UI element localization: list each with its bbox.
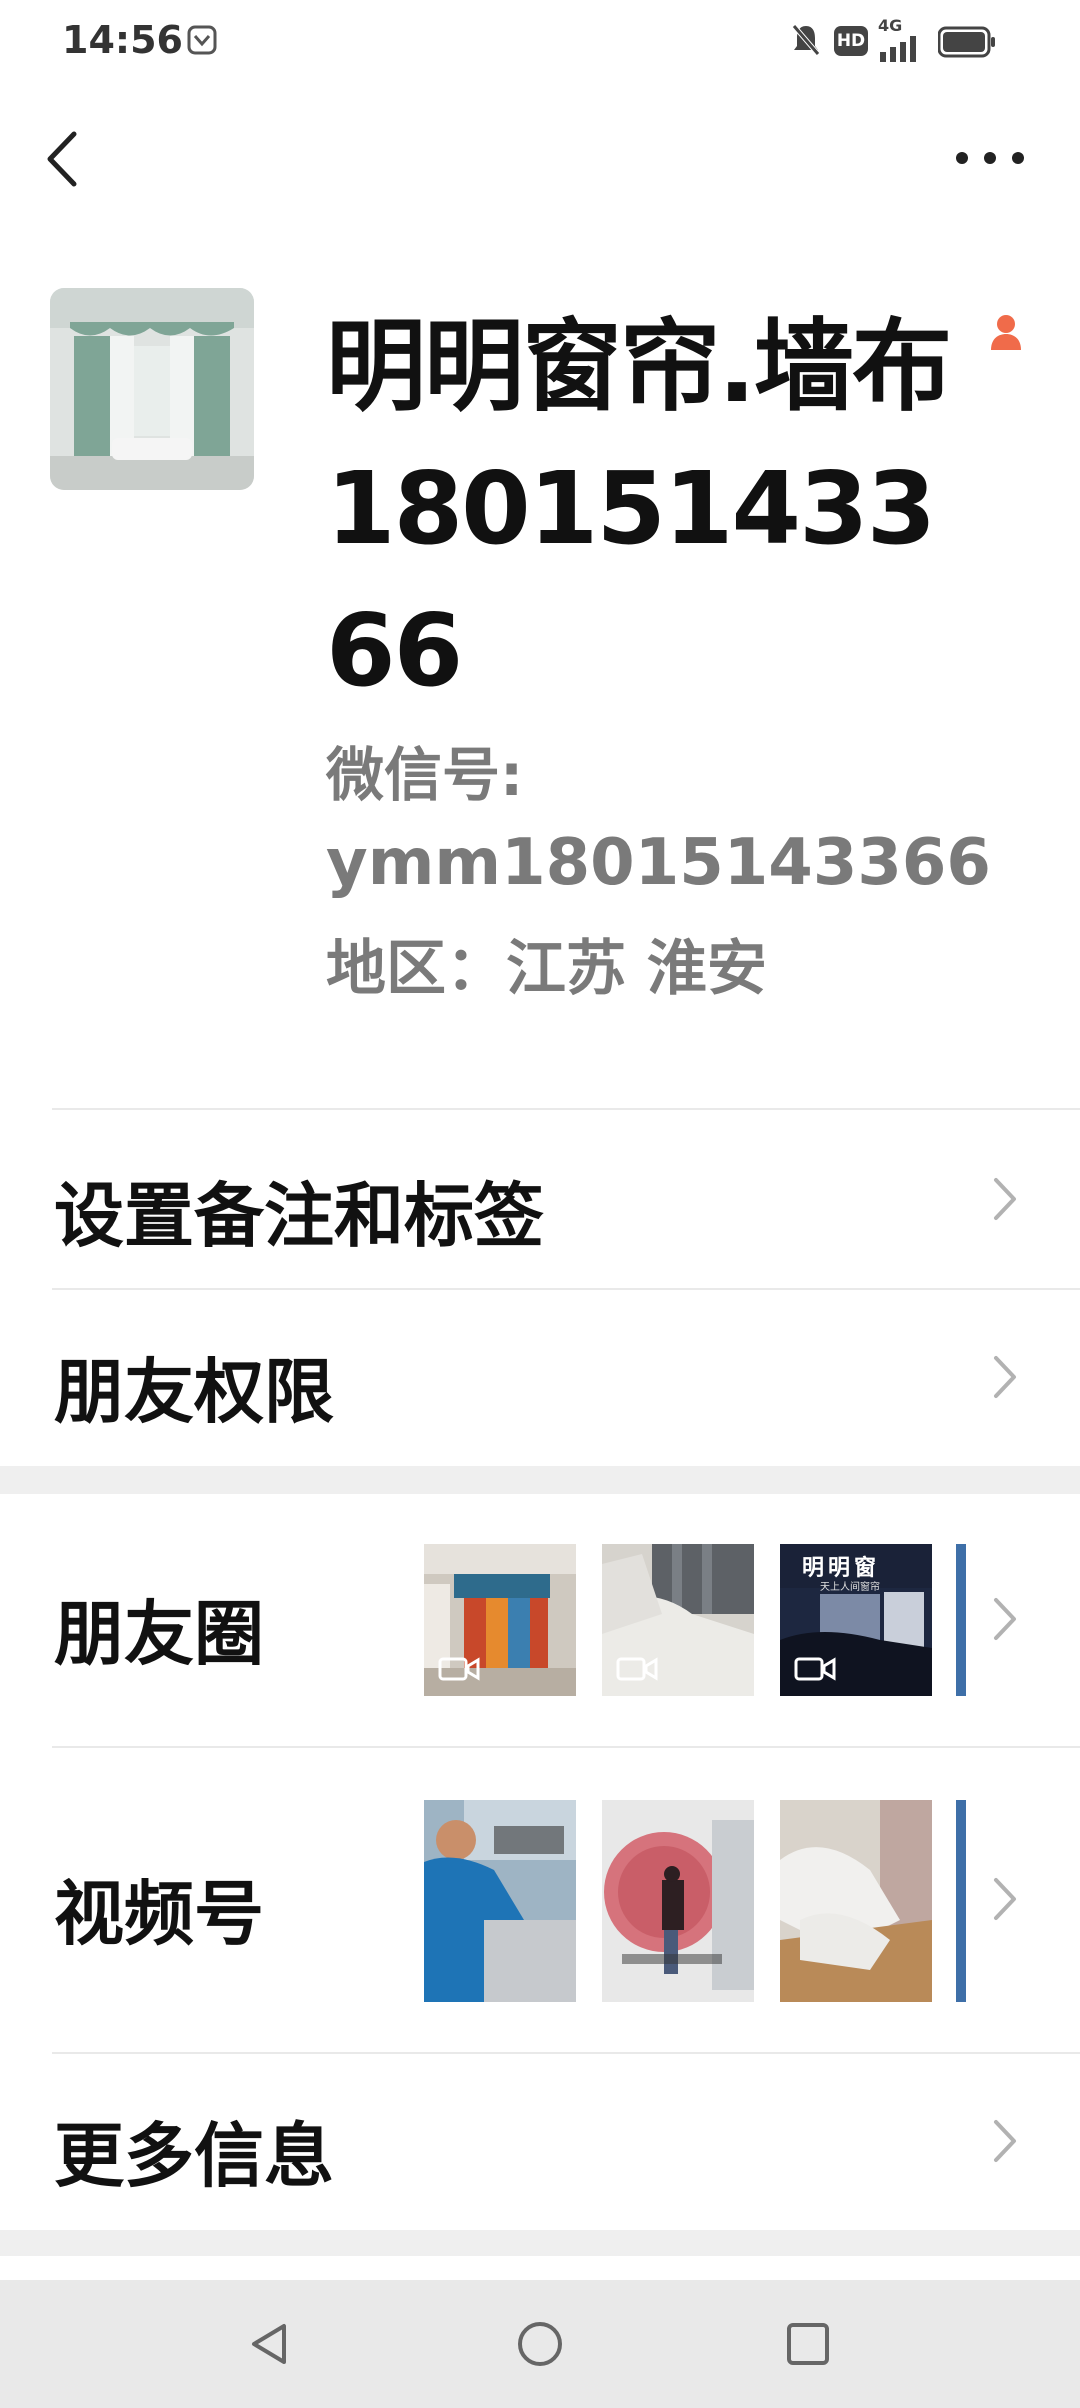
moments-row[interactable]: 朋友圈 明明窗 天上人间窗帘	[0, 1494, 1080, 1746]
video-camera-icon	[794, 1657, 836, 1681]
remark-tags-row[interactable]: 设置备注和标签	[0, 1110, 1080, 1288]
remark-tags-label: 设置备注和标签	[54, 1175, 544, 1257]
section-gap	[0, 2230, 1080, 2256]
profile-nickname: 明明窗帘.墙布18015143366	[326, 308, 952, 709]
moments-thumb-3: 明明窗 天上人间窗帘	[780, 1544, 932, 1696]
moments-label: 朋友圈	[54, 1593, 264, 1675]
channels-label: 视频号	[54, 1873, 264, 1955]
back-button[interactable]	[38, 124, 90, 194]
chevron-right-icon	[994, 2120, 1016, 2162]
system-navigation-bar	[0, 2280, 1080, 2408]
shop-sign-subtext: 天上人间窗帘	[820, 1582, 880, 1593]
more-options-button[interactable]	[950, 138, 1030, 178]
nav-home-circle-icon[interactable]	[510, 2314, 570, 2374]
nav-back-triangle-icon[interactable]	[240, 2314, 300, 2374]
channels-thumb-2	[602, 1800, 754, 2002]
chevron-right-icon	[994, 1356, 1016, 1398]
channels-row[interactable]: 视频号	[0, 1748, 1080, 2052]
moments-thumb-1	[424, 1544, 576, 1696]
notification-app-icon	[187, 25, 217, 55]
status-bar: 14:56 HD 4G	[0, 0, 1080, 84]
curtain-avatar-image	[50, 288, 254, 490]
more-info-label: 更多信息	[54, 2115, 334, 2197]
region-info: 地区：江苏 淮安	[326, 934, 767, 1004]
wechat-id-label: 微信号:	[326, 741, 524, 809]
channels-thumb-1	[424, 1800, 576, 2002]
status-time: 14:56	[62, 18, 183, 62]
profile-avatar[interactable]	[50, 288, 254, 490]
video-camera-icon	[438, 1657, 480, 1681]
section-gap	[0, 1466, 1080, 1494]
chevron-right-icon	[994, 1598, 1016, 1640]
moments-thumb-partial	[956, 1544, 966, 1696]
more-info-row[interactable]: 更多信息	[0, 2054, 1080, 2230]
video-camera-icon	[616, 1657, 658, 1681]
chevron-right-icon	[994, 1178, 1016, 1220]
chevron-right-icon	[994, 1878, 1016, 1920]
hd-icon: HD	[834, 26, 868, 56]
channels-thumb-partial	[956, 1800, 966, 2002]
bell-muted-icon	[792, 24, 820, 56]
channels-thumb-3	[780, 1800, 932, 2002]
signal-icon	[880, 36, 916, 62]
moments-thumb-2	[602, 1544, 754, 1696]
friend-permissions-row[interactable]: 朋友权限	[0, 1290, 1080, 1466]
battery-icon	[938, 26, 995, 58]
friend-permissions-label: 朋友权限	[54, 1351, 334, 1433]
nav-recents-square-icon[interactable]	[778, 2314, 838, 2374]
wechat-id-value: ymm18015143366	[326, 826, 991, 900]
network-type: 4G	[878, 16, 903, 35]
female-person-icon	[991, 315, 1021, 350]
